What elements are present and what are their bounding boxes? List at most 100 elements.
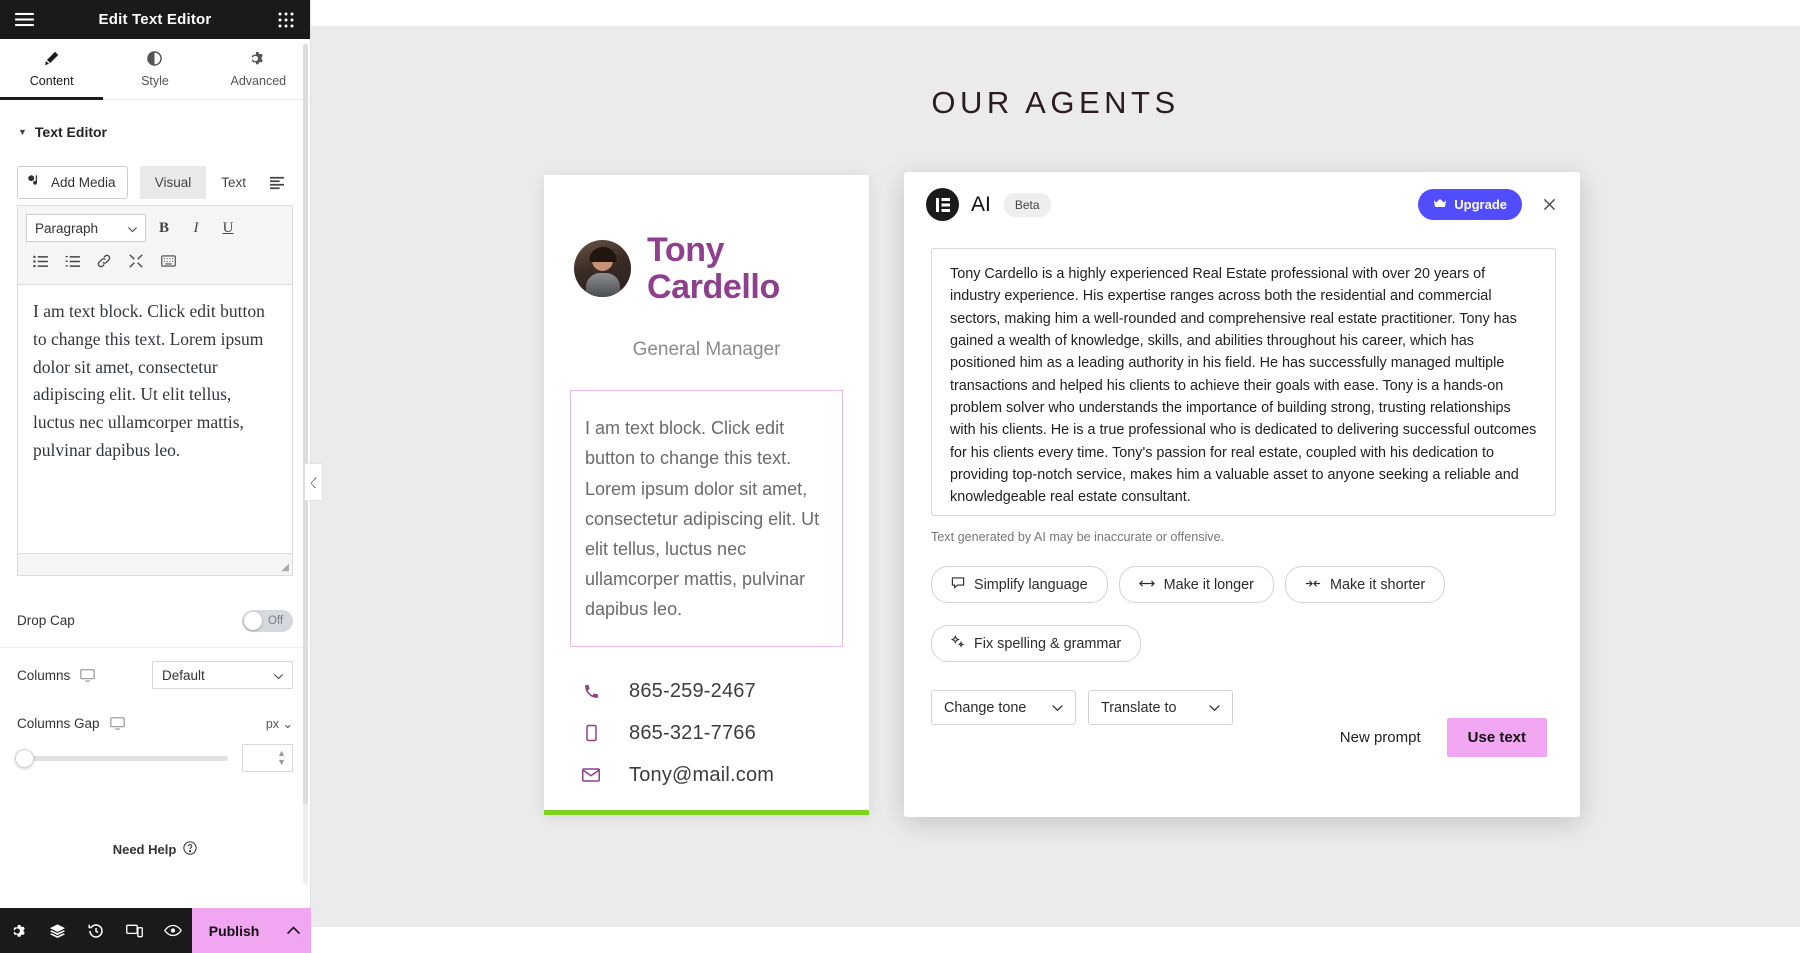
phone-icon xyxy=(582,683,600,700)
resize-handle-icon[interactable]: ◢ xyxy=(281,562,289,573)
history-icon[interactable] xyxy=(77,908,115,953)
tab-label: Advanced xyxy=(230,73,287,88)
control-drop-cap: Drop Cap Off xyxy=(0,594,310,648)
tab-advanced[interactable]: Advanced xyxy=(207,39,310,99)
columns-gap-slider[interactable] xyxy=(15,748,228,768)
text-align-icon[interactable] xyxy=(261,166,293,199)
ai-dialog: AI Beta Upgrade Tony Cardello is a highl… xyxy=(904,172,1580,817)
change-tone-label: Change tone xyxy=(944,699,1027,716)
chip-make-it-shorter[interactable]: Make it shorter xyxy=(1284,566,1446,603)
columns-gap-input[interactable]: ▲ ▼ xyxy=(242,744,293,772)
tab-content[interactable]: Content xyxy=(0,39,104,100)
contact-row-phone[interactable]: 865-259-2467 xyxy=(582,680,869,703)
paragraph-format-select[interactable]: Paragraph xyxy=(26,214,146,242)
chevron-down-icon xyxy=(274,668,283,683)
change-tone-select[interactable]: Change tone xyxy=(931,690,1076,725)
mobile-icon xyxy=(582,724,600,742)
tab-label: Content xyxy=(29,73,74,88)
apps-grid-icon[interactable] xyxy=(274,8,298,32)
columns-select[interactable]: Default xyxy=(152,661,293,689)
panel-footer: Publish xyxy=(0,908,311,953)
question-mark-icon xyxy=(183,841,197,858)
responsive-devices-icon[interactable] xyxy=(115,908,153,953)
tab-style[interactable]: Style xyxy=(103,39,206,99)
contact-list: 865-259-2467 865-321-7766 Tony@mail.com xyxy=(582,680,869,787)
ordered-list-icon[interactable] xyxy=(58,248,86,274)
chip-simplify-language[interactable]: Simplify language xyxy=(931,566,1108,603)
drop-cap-toggle[interactable]: Off xyxy=(242,609,293,632)
panel-collapse-handle[interactable] xyxy=(305,463,323,501)
editor-panel: Edit Text Editor Content Style Advanced … xyxy=(0,0,323,953)
gear-icon xyxy=(251,51,266,69)
hamburger-icon[interactable] xyxy=(12,8,36,32)
card-text-block[interactable]: I am text block. Click edit button to ch… xyxy=(570,390,843,647)
wp-toolbar-row-2 xyxy=(26,248,284,274)
contact-row-mobile[interactable]: 865-321-7766 xyxy=(582,722,869,745)
close-icon[interactable] xyxy=(1538,194,1560,216)
chevron-down-icon xyxy=(128,221,137,236)
translate-to-select[interactable]: Translate to xyxy=(1088,690,1233,725)
columns-gap-label: Columns Gap xyxy=(17,716,125,731)
translate-to-label: Translate to xyxy=(1101,699,1177,716)
page-canvas: OUR AGENTS Tony Cardello General Manager… xyxy=(311,0,1800,953)
drop-cap-state: Off xyxy=(268,614,284,627)
preview-eye-icon[interactable] xyxy=(153,908,191,953)
new-prompt-button[interactable]: New prompt xyxy=(1340,729,1421,746)
speech-bubble-icon xyxy=(951,576,965,593)
italic-button[interactable]: I xyxy=(182,215,210,241)
section-header-text-editor[interactable]: ▼ Text Editor xyxy=(0,100,310,140)
mode-tab-text[interactable]: Text xyxy=(206,166,261,199)
columns-gap-unit[interactable]: px ⌄ xyxy=(266,716,293,731)
page-title: OUR AGENTS xyxy=(931,85,1180,120)
tab-label: Style xyxy=(141,73,169,88)
chip-fix-spelling-grammar[interactable]: Fix spelling & grammar xyxy=(931,625,1142,662)
ai-header-actions: Upgrade xyxy=(1418,189,1560,220)
scrollbar-thumb[interactable] xyxy=(303,44,308,804)
ai-chip-row-2: Fix spelling & grammar xyxy=(931,625,1580,662)
wp-toolbar: Paragraph B I U xyxy=(17,205,293,284)
upgrade-button[interactable]: Upgrade xyxy=(1418,189,1522,220)
desktop-device-icon[interactable] xyxy=(109,717,125,730)
keyboard-icon[interactable] xyxy=(154,248,182,274)
fullscreen-icon[interactable] xyxy=(122,248,150,274)
need-help-link[interactable]: Need Help xyxy=(0,841,310,858)
agent-card: Tony Cardello General Manager I am text … xyxy=(544,175,869,815)
mode-tab-visual[interactable]: Visual xyxy=(139,166,207,199)
need-help-label: Need Help xyxy=(112,842,177,857)
zigzag-top-divider xyxy=(311,0,1800,26)
wp-editor: Add Media Visual Text Paragraph B I U I … xyxy=(17,166,293,576)
elementor-logo-icon xyxy=(926,188,959,221)
columns-label-text: Columns xyxy=(17,667,71,683)
ai-disclaimer: Text generated by AI may be inaccurate o… xyxy=(931,530,1225,544)
chip-make-it-longer[interactable]: Make it longer xyxy=(1118,566,1274,603)
slider-handle[interactable] xyxy=(15,748,34,768)
add-media-button[interactable]: Add Media xyxy=(17,166,128,199)
chevron-down-icon xyxy=(1209,700,1220,716)
add-media-label: Add Media xyxy=(51,175,116,190)
publish-button[interactable]: Publish xyxy=(191,908,277,953)
wp-content-textarea[interactable]: I am text block. Click edit button to ch… xyxy=(17,284,293,554)
publish-options-chevron-up-icon[interactable] xyxy=(276,908,311,953)
settings-gear-icon[interactable] xyxy=(0,908,38,953)
layers-icon[interactable] xyxy=(38,908,76,953)
underline-button[interactable]: U xyxy=(214,215,242,241)
chip-label: Fix spelling & grammar xyxy=(974,635,1122,652)
stepper-icon[interactable]: ▲ ▼ xyxy=(277,749,286,767)
contact-row-email[interactable]: Tony@mail.com xyxy=(582,764,869,787)
use-text-button[interactable]: Use text xyxy=(1446,718,1547,757)
wp-mode-tabs: Visual Text xyxy=(139,166,293,199)
columns-gap-header: Columns Gap px ⌄ xyxy=(17,716,293,731)
link-icon[interactable] xyxy=(90,248,118,274)
arrows-collapse-icon xyxy=(1305,577,1321,593)
toggle-knob xyxy=(244,611,262,630)
ai-result-text[interactable]: Tony Cardello is a highly experienced Re… xyxy=(931,248,1556,516)
desktop-device-icon[interactable] xyxy=(80,668,96,682)
ai-chip-row-1: Simplify language Make it longer Make it… xyxy=(931,566,1580,603)
bold-button[interactable]: B xyxy=(150,215,178,241)
wp-editor-toprow: Add Media Visual Text xyxy=(17,166,293,199)
envelope-icon xyxy=(582,768,600,783)
unordered-list-icon[interactable] xyxy=(26,248,54,274)
drop-cap-label: Drop Cap xyxy=(17,613,75,628)
panel-header: Edit Text Editor xyxy=(0,0,310,39)
chip-label: Simplify language xyxy=(974,576,1088,593)
